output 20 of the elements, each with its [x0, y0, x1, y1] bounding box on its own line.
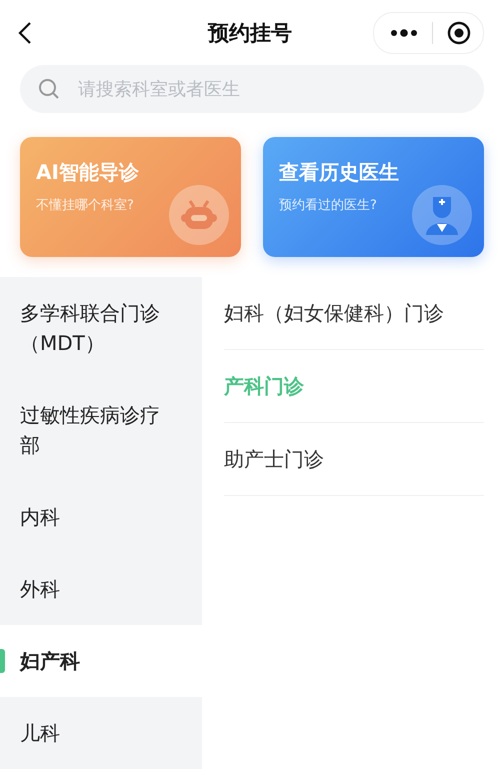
department-item[interactable]: 多学科联合门诊（MDT） [0, 277, 202, 379]
department-item[interactable]: 妇产科 [0, 625, 202, 697]
department-item[interactable]: 内科 [0, 481, 202, 553]
department-item[interactable]: 过敏性疾病诊疗部 [0, 379, 202, 481]
robot-icon [169, 185, 229, 245]
department-item[interactable]: 儿科 [0, 697, 202, 769]
clinic-item[interactable]: 助产士门诊 [224, 423, 484, 496]
card-title: 查看历史医生 [279, 159, 400, 186]
card-title: AI智能导诊 [36, 159, 140, 186]
card-subtitle: 预约看过的医生? [279, 197, 378, 214]
department-item[interactable]: 外科 [0, 553, 202, 625]
doctor-icon [412, 185, 472, 245]
card-subtitle: 不懂挂哪个科室? [36, 197, 135, 214]
search-field[interactable]: 请搜索科室或者医生 [20, 65, 484, 113]
more-icon[interactable] [390, 28, 418, 36]
close-icon[interactable] [447, 20, 471, 44]
back-icon[interactable] [18, 20, 32, 44]
search-icon [38, 78, 60, 100]
clinic-item[interactable]: 妇科（妇女保健科）门诊 [224, 277, 484, 350]
page-title: 预约挂号 [208, 20, 292, 46]
